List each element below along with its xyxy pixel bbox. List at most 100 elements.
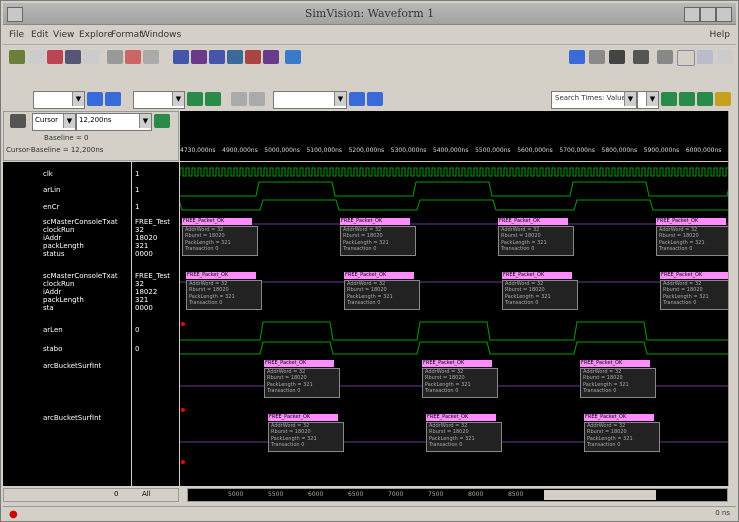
transaction-marker[interactable] bbox=[181, 460, 185, 464]
value-combo[interactable]: ▼ bbox=[273, 91, 347, 109]
transaction-body[interactable]: AddrWord = 32 Rburst = 18020 PackLength = … bbox=[498, 226, 574, 256]
transaction-header[interactable]: FREE_Packet_OK bbox=[426, 414, 496, 421]
time-scrollbar[interactable]: 500055006000650070007500800085009000 bbox=[187, 488, 728, 502]
signal-name[interactable]: arcBucketSurfInt bbox=[43, 414, 101, 422]
vertical-scrollbar[interactable] bbox=[728, 111, 737, 486]
transaction-body[interactable]: AddrWord = 32 Rburst = 18020 PackLength = … bbox=[656, 226, 732, 256]
cursor-select-combo[interactable]: Cursor ▼ bbox=[32, 113, 76, 131]
bulb-icon[interactable] bbox=[677, 50, 695, 66]
signal-name[interactable]: iAddr bbox=[43, 288, 61, 296]
prev-edge-icon[interactable] bbox=[187, 92, 203, 106]
transaction-body[interactable]: AddrWord = 32 Rburst = 18020 PackLength = … bbox=[264, 368, 340, 398]
transaction-body[interactable]: AddrWord = 32 Rburst = 18020 PackLength = … bbox=[660, 280, 736, 310]
signal-name[interactable]: stabo bbox=[43, 345, 62, 353]
transaction-body[interactable]: AddrWord = 32 Rburst = 18020 PackLength = … bbox=[340, 226, 416, 256]
properties-icon[interactable] bbox=[697, 50, 713, 64]
minimize-icon[interactable] bbox=[684, 7, 700, 22]
close-icon[interactable] bbox=[716, 7, 732, 22]
menu-format[interactable]: Format bbox=[111, 30, 143, 40]
add-cursor-icon[interactable] bbox=[154, 114, 170, 128]
transaction-header[interactable]: FREE_Packet_OK bbox=[660, 272, 730, 279]
cursor-time-input[interactable]: 12,200ns ▼ bbox=[76, 113, 152, 131]
console-icon[interactable] bbox=[657, 50, 673, 64]
signal-name[interactable]: packLength bbox=[43, 296, 84, 304]
timeline-ruler[interactable]: 4730,000ns 4900,000ns 5000,000ns 5100,000ns… bbox=[180, 111, 728, 161]
transaction-body[interactable]: AddrWord = 32 Rburst = 18020 PackLength = … bbox=[182, 226, 258, 256]
transaction-body[interactable]: AddrWord = 32 Rburst = 18020 PackLength = … bbox=[422, 368, 498, 398]
transaction-header[interactable]: FREE_Packet_OK bbox=[584, 414, 654, 421]
signal-name[interactable]: clockRun bbox=[43, 280, 74, 288]
zoom-in-icon[interactable] bbox=[173, 50, 189, 64]
transaction-header[interactable]: FREE_Packet_OK bbox=[268, 414, 338, 421]
find-icon[interactable] bbox=[143, 50, 159, 64]
signal-name[interactable]: clockRun bbox=[43, 226, 74, 234]
transaction-marker[interactable] bbox=[181, 322, 185, 326]
time-scroll-thumb[interactable] bbox=[544, 490, 656, 500]
transaction-header[interactable]: FREE_Packet_OK bbox=[340, 218, 410, 225]
signal-name[interactable]: enCr bbox=[43, 203, 60, 211]
edge-combo[interactable]: ▼ bbox=[133, 91, 185, 109]
transaction-body[interactable]: AddrWord = 32 Rburst = 18020 PackLength = … bbox=[268, 422, 344, 452]
monitor-icon[interactable] bbox=[285, 50, 301, 64]
search-prev-icon[interactable] bbox=[661, 92, 677, 106]
transaction-header[interactable]: FREE_Packet_OK bbox=[186, 272, 256, 279]
search-forward-icon[interactable] bbox=[105, 92, 121, 106]
transaction-header[interactable]: FREE_Packet_OK bbox=[498, 218, 568, 225]
waveform-icon[interactable] bbox=[609, 50, 625, 64]
signal-name[interactable]: scMasterConsoleTxat bbox=[43, 272, 118, 280]
transaction-header[interactable]: FREE_Packet_OK bbox=[344, 272, 414, 279]
delete-icon[interactable] bbox=[83, 50, 99, 64]
transaction-header[interactable]: FREE_Packet_OK bbox=[264, 360, 334, 367]
signal-name[interactable]: status bbox=[43, 250, 65, 258]
window-menu-icon[interactable] bbox=[7, 7, 23, 22]
signal-name[interactable]: clk bbox=[43, 170, 53, 178]
value-back-icon[interactable] bbox=[349, 92, 365, 106]
search-times-combo[interactable]: Search Times: Value ▼ bbox=[551, 91, 637, 109]
menu-windows[interactable]: Windows bbox=[141, 30, 181, 40]
menu-help[interactable]: Help bbox=[709, 30, 730, 40]
menu-file[interactable]: File bbox=[9, 30, 24, 40]
title-bar[interactable]: SimVision: Waveform 1 bbox=[3, 3, 736, 25]
error-icon[interactable]: ● bbox=[9, 509, 18, 520]
next-edge-icon[interactable] bbox=[205, 92, 221, 106]
waveform-area[interactable]: FREE_Packet_OK AddrWord = 32 Rburst = 1802… bbox=[180, 162, 736, 486]
zoom-out-icon[interactable] bbox=[191, 50, 207, 64]
help-icon[interactable] bbox=[717, 50, 733, 64]
signal-name[interactable]: sta bbox=[43, 304, 54, 312]
search-back-icon[interactable] bbox=[87, 92, 103, 106]
open-icon[interactable] bbox=[9, 50, 25, 64]
menu-explore[interactable]: Explore bbox=[79, 30, 113, 40]
transaction-body[interactable]: AddrWord = 32 Rburst = 18020 PackLength = … bbox=[186, 280, 262, 310]
maximize-icon[interactable] bbox=[700, 7, 716, 22]
register-icon[interactable] bbox=[633, 50, 649, 64]
zoom-cursor-icon[interactable] bbox=[227, 50, 243, 64]
transaction-body[interactable]: AddrWord = 32 Rburst = 18020 PackLength = … bbox=[580, 368, 656, 398]
menu-view[interactable]: View bbox=[53, 30, 74, 40]
search-last-icon[interactable] bbox=[715, 92, 731, 106]
prev-transition-icon[interactable] bbox=[231, 92, 247, 106]
zoom-fit-icon[interactable] bbox=[209, 50, 225, 64]
transaction-body[interactable]: AddrWord = 32 Rburst = 18020 PackLength = … bbox=[584, 422, 660, 452]
undo-icon[interactable] bbox=[107, 50, 123, 64]
design-browser-icon[interactable] bbox=[589, 50, 605, 64]
search-signal-combo[interactable]: ▼ bbox=[33, 91, 85, 109]
value-forward-icon[interactable] bbox=[367, 92, 383, 106]
signal-name[interactable]: iAddr bbox=[43, 234, 61, 242]
schematic-icon[interactable] bbox=[245, 50, 261, 64]
redo-icon[interactable] bbox=[125, 50, 141, 64]
send-to-icon[interactable] bbox=[569, 50, 585, 64]
transaction-header[interactable]: FREE_Packet_OK bbox=[656, 218, 726, 225]
copy-icon[interactable] bbox=[47, 50, 63, 64]
signal-name[interactable]: packLength bbox=[43, 242, 84, 250]
transaction-body[interactable]: AddrWord = 32 Rburst = 18020 PackLength = … bbox=[502, 280, 578, 310]
transaction-header[interactable]: FREE_Packet_OK bbox=[502, 272, 572, 279]
paste-icon[interactable] bbox=[65, 50, 81, 64]
search-first-icon[interactable] bbox=[697, 92, 713, 106]
transaction-body[interactable]: AddrWord = 32 Rburst = 18020 PackLength = … bbox=[344, 280, 420, 310]
transaction-body[interactable]: AddrWord = 32 Rburst = 18020 PackLength = … bbox=[426, 422, 502, 452]
search-next-icon[interactable] bbox=[679, 92, 695, 106]
signal-name[interactable]: arcBucketSurfInt bbox=[43, 362, 101, 370]
time-unit-combo[interactable]: ▼ bbox=[637, 91, 659, 109]
transaction-header[interactable]: FREE_Packet_OK bbox=[422, 360, 492, 367]
transaction-marker[interactable] bbox=[181, 408, 185, 412]
